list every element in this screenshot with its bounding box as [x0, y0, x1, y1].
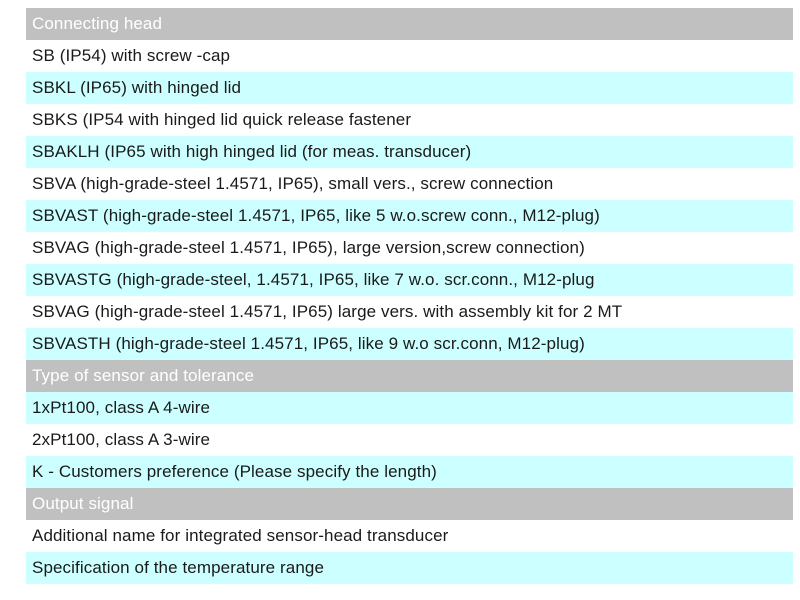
section-header-label: Type of sensor and tolerance — [26, 360, 793, 392]
option-row-label: SBVASTG (high-grade-steel, 1.4571, IP65,… — [26, 264, 793, 296]
option-row-label: SB (IP54) with screw -cap — [26, 40, 793, 72]
option-row-label: SBAKLH (IP65 with high hinged lid (for m… — [26, 136, 793, 168]
option-row[interactable]: K - Customers preference (Please specify… — [26, 456, 793, 488]
option-row[interactable]: SBVA (high-grade-steel 1.4571, IP65), sm… — [26, 168, 793, 200]
option-table-body: Connecting head SB (IP54) with screw -cap… — [26, 8, 793, 584]
option-row[interactable]: SBVAG (high-grade-steel 1.4571, IP65), l… — [26, 232, 793, 264]
section-header-label: Output signal — [26, 488, 793, 520]
option-row-label: Specification of the temperature range — [26, 552, 793, 584]
option-row[interactable]: SBAKLH (IP65 with high hinged lid (for m… — [26, 136, 793, 168]
option-row-label: Additional name for integrated sensor-he… — [26, 520, 793, 552]
option-row-label: K - Customers preference (Please specify… — [26, 456, 793, 488]
option-row-label: 1xPt100, class A 4-wire — [26, 392, 793, 424]
option-row[interactable]: SBKL (IP65) with hinged lid — [26, 72, 793, 104]
option-row-label: SBVAG (high-grade-steel 1.4571, IP65) la… — [26, 296, 793, 328]
option-row-label: SBVA (high-grade-steel 1.4571, IP65), sm… — [26, 168, 793, 200]
option-row-label: SBVAST (high-grade-steel 1.4571, IP65, l… — [26, 200, 793, 232]
option-row[interactable]: SBKS (IP54 with hinged lid quick release… — [26, 104, 793, 136]
option-row-label: 2xPt100, class A 3-wire — [26, 424, 793, 456]
option-row[interactable]: SBVAST (high-grade-steel 1.4571, IP65, l… — [26, 200, 793, 232]
product-option-table: Connecting head SB (IP54) with screw -cap… — [26, 8, 793, 584]
option-row[interactable]: SB (IP54) with screw -cap — [26, 40, 793, 72]
option-row-label: SBVAG (high-grade-steel 1.4571, IP65), l… — [26, 232, 793, 264]
option-row[interactable]: Additional name for integrated sensor-he… — [26, 520, 793, 552]
option-row-label: SBVASTH (high-grade-steel 1.4571, IP65, … — [26, 328, 793, 360]
section-header-label: Connecting head — [26, 8, 793, 40]
option-row[interactable]: 1xPt100, class A 4-wire — [26, 392, 793, 424]
option-row[interactable]: Specification of the temperature range — [26, 552, 793, 584]
option-row[interactable]: 2xPt100, class A 3-wire — [26, 424, 793, 456]
section-header-row: Type of sensor and tolerance — [26, 360, 793, 392]
option-row-label: SBKS (IP54 with hinged lid quick release… — [26, 104, 793, 136]
option-row-label: SBKL (IP65) with hinged lid — [26, 72, 793, 104]
section-header-row: Output signal — [26, 488, 793, 520]
option-row[interactable]: SBVAG (high-grade-steel 1.4571, IP65) la… — [26, 296, 793, 328]
option-row[interactable]: SBVASTH (high-grade-steel 1.4571, IP65, … — [26, 328, 793, 360]
option-row[interactable]: SBVASTG (high-grade-steel, 1.4571, IP65,… — [26, 264, 793, 296]
section-header-row: Connecting head — [26, 8, 793, 40]
